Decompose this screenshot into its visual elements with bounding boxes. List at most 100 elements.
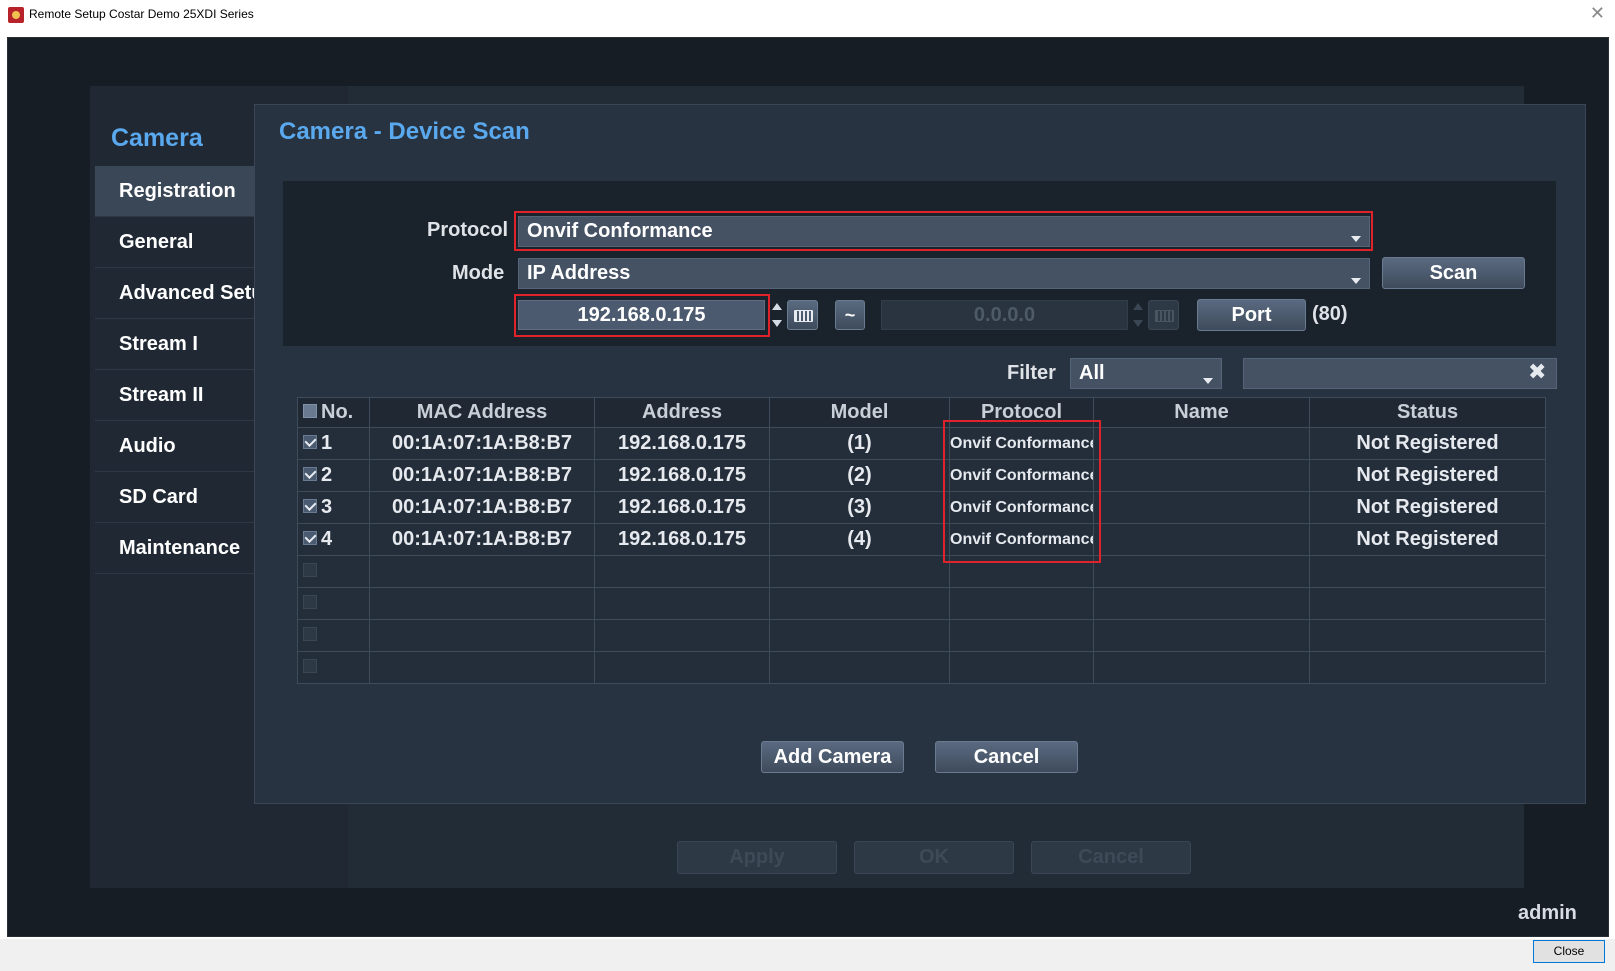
- row-model: (2): [769, 459, 950, 492]
- row-address: 192.168.0.175: [594, 427, 770, 460]
- row-protocol: Onvif Conformance: [949, 523, 1094, 556]
- row-mac: 00:1A:07:1A:B8:B7: [369, 427, 595, 460]
- column-header-protocol[interactable]: Protocol: [949, 397, 1094, 428]
- row-mac: 00:1A:07:1A:B8:B7: [369, 459, 595, 492]
- column-header-no[interactable]: No.: [297, 397, 370, 428]
- sidebar-item-maintenance[interactable]: Maintenance: [95, 523, 255, 574]
- row-protocol: Onvif Conformance: [949, 427, 1094, 460]
- row-checkbox[interactable]: [303, 466, 317, 481]
- range-button[interactable]: ~: [835, 300, 865, 330]
- keyboard-icon: [1155, 310, 1174, 322]
- row-no: 3: [321, 496, 333, 518]
- chevron-down-icon: [1351, 278, 1361, 284]
- table-row-empty: [297, 587, 1546, 620]
- arrow-up-icon: [1133, 303, 1143, 310]
- row-status: Not Registered: [1309, 427, 1546, 460]
- row-address: 192.168.0.175: [594, 491, 770, 524]
- window-title: Remote Setup Costar Demo 25XDI Series: [29, 7, 254, 21]
- arrow-down-icon[interactable]: [772, 320, 782, 327]
- row-protocol: Onvif Conformance: [949, 491, 1094, 524]
- row-checkbox[interactable]: [303, 530, 317, 545]
- table-row[interactable]: 1 00:1A:07:1A:B8:B7 192.168.0.175 (1) On…: [297, 427, 1546, 460]
- table-row-empty: [297, 651, 1546, 684]
- scan-button[interactable]: Scan: [1382, 257, 1525, 289]
- ip-start-field[interactable]: 192.168.0.175: [518, 300, 765, 330]
- table-row-empty: [297, 555, 1546, 588]
- row-status: Not Registered: [1309, 459, 1546, 492]
- row-checkbox: [303, 658, 317, 673]
- row-checkbox[interactable]: [303, 434, 317, 449]
- sidebar-item-sd-card[interactable]: SD Card: [95, 472, 255, 523]
- chevron-down-icon: [1351, 236, 1361, 242]
- sidebar-item-advanced-setup[interactable]: Advanced Setup: [95, 268, 276, 319]
- row-mac: 00:1A:07:1A:B8:B7: [369, 523, 595, 556]
- column-header-name[interactable]: Name: [1093, 397, 1310, 428]
- select-all-checkbox[interactable]: [303, 403, 317, 418]
- sidebar-item-audio[interactable]: Audio: [95, 421, 255, 472]
- dialog-cancel-button[interactable]: Cancel: [935, 741, 1078, 773]
- sidebar-title: Camera: [111, 124, 203, 152]
- row-checkbox: [303, 626, 317, 641]
- row-model: (1): [769, 427, 950, 460]
- keyboard-button[interactable]: [787, 300, 818, 330]
- mode-select[interactable]: IP Address: [518, 258, 1370, 289]
- arrow-down-icon: [1133, 320, 1143, 327]
- user-label: admin: [1518, 902, 1577, 924]
- row-protocol: Onvif Conformance: [949, 459, 1094, 492]
- apply-button: Apply: [677, 841, 837, 874]
- row-model: (3): [769, 491, 950, 524]
- arrow-up-icon[interactable]: [772, 303, 782, 310]
- row-name: [1093, 523, 1310, 556]
- table-row[interactable]: 4 00:1A:07:1A:B8:B7 192.168.0.175 (4) On…: [297, 523, 1546, 556]
- settings-cancel-button: Cancel: [1031, 841, 1191, 874]
- mode-select-value: IP Address: [527, 262, 631, 284]
- row-status: Not Registered: [1309, 491, 1546, 524]
- port-button[interactable]: Port: [1197, 299, 1306, 331]
- port-value: (80): [1312, 303, 1348, 325]
- column-header-address[interactable]: Address: [594, 397, 770, 428]
- protocol-label: Protocol: [427, 219, 509, 241]
- ip-end-field: 0.0.0.0: [881, 300, 1128, 330]
- row-name: [1093, 459, 1310, 492]
- title-bar: Remote Setup Costar Demo 25XDI Series ✕: [0, 0, 1615, 35]
- column-header-status[interactable]: Status: [1309, 397, 1546, 428]
- row-address: 192.168.0.175: [594, 523, 770, 556]
- ip-end-spinner: [1132, 300, 1144, 330]
- column-header-model[interactable]: Model: [769, 397, 950, 428]
- ok-button: OK: [854, 841, 1014, 874]
- table-row-empty: [297, 619, 1546, 652]
- add-camera-button[interactable]: Add Camera: [761, 741, 904, 773]
- sidebar-item-stream-1[interactable]: Stream I: [95, 319, 255, 370]
- keyboard-icon: [794, 310, 813, 322]
- sidebar-item-stream-2[interactable]: Stream II: [95, 370, 255, 421]
- row-checkbox[interactable]: [303, 498, 317, 513]
- close-button[interactable]: Close: [1533, 940, 1605, 963]
- protocol-select-value: Onvif Conformance: [527, 220, 713, 242]
- row-no: 2: [321, 464, 333, 486]
- window-close-icon[interactable]: ✕: [1590, 3, 1605, 24]
- dialog-title: Camera - Device Scan: [279, 118, 530, 145]
- row-status: Not Registered: [1309, 523, 1546, 556]
- scan-results-table: No. MAC Address Address Model Protocol N…: [297, 397, 1546, 684]
- sidebar-item-general[interactable]: General: [95, 217, 255, 268]
- clear-icon[interactable]: ✖: [1528, 360, 1546, 385]
- keyboard-button-disabled: [1148, 300, 1179, 330]
- row-checkbox: [303, 594, 317, 609]
- row-mac: 00:1A:07:1A:B8:B7: [369, 491, 595, 524]
- mode-label: Mode: [452, 262, 505, 284]
- row-no: 1: [321, 432, 333, 454]
- filter-select-value: All: [1079, 362, 1105, 384]
- table-row[interactable]: 2 00:1A:07:1A:B8:B7 192.168.0.175 (2) On…: [297, 459, 1546, 492]
- chevron-down-icon: [1203, 378, 1213, 384]
- filter-select[interactable]: All: [1070, 358, 1222, 389]
- sidebar-item-registration[interactable]: Registration: [95, 166, 255, 217]
- protocol-select[interactable]: Onvif Conformance: [518, 216, 1370, 247]
- table-row[interactable]: 3 00:1A:07:1A:B8:B7 192.168.0.175 (3) On…: [297, 491, 1546, 524]
- row-no: 4: [321, 528, 333, 550]
- ip-start-spinner[interactable]: [771, 300, 783, 330]
- column-header-mac[interactable]: MAC Address: [369, 397, 595, 428]
- row-name: [1093, 491, 1310, 524]
- filter-input[interactable]: [1243, 358, 1557, 389]
- filter-label: Filter: [1007, 362, 1056, 384]
- status-bar: [0, 939, 1615, 971]
